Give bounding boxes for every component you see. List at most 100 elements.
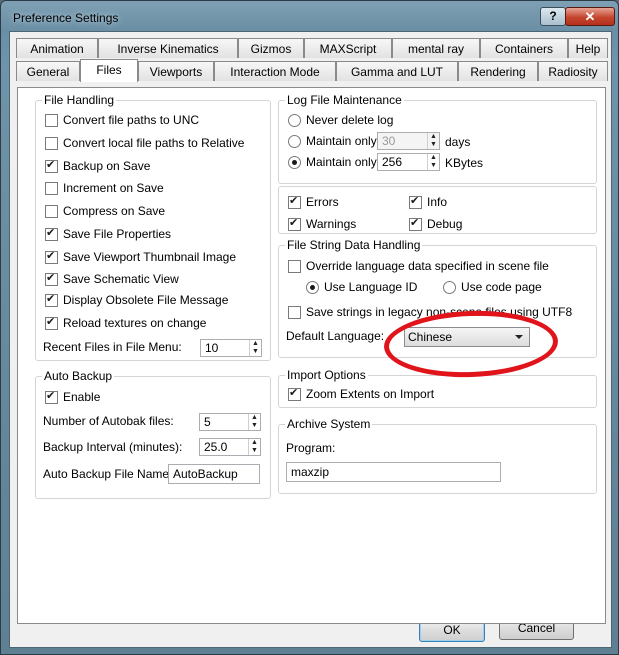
enable-label: Enable xyxy=(63,390,101,404)
tab-animation[interactable]: Animation xyxy=(16,38,98,58)
radio-button[interactable] xyxy=(288,114,301,127)
recent-files-value: 10 xyxy=(205,341,219,355)
radio-button[interactable] xyxy=(306,281,319,294)
option-label: Reload textures on change xyxy=(63,316,207,330)
file-string-title: File String Data Handling xyxy=(285,238,423,252)
program-label: Program: xyxy=(286,441,336,455)
checkbox-box[interactable] xyxy=(45,114,58,127)
spinner-arrows-icon[interactable]: ▲ ▼ xyxy=(427,133,439,149)
window-title: Preference Settings xyxy=(13,11,119,25)
radio-button[interactable] xyxy=(288,135,301,148)
option-label: Convert local file paths to Relative xyxy=(63,136,245,150)
tab-gizmos[interactable]: Gizmos xyxy=(238,38,304,58)
num-autobak-value: 5 xyxy=(204,415,211,429)
radio-button[interactable] xyxy=(443,281,456,294)
tab-files[interactable]: Files xyxy=(80,59,138,82)
checkbox-box[interactable] xyxy=(45,226,58,241)
file-handling-title: File Handling xyxy=(42,93,117,107)
spinner-arrows-icon[interactable]: ▲ ▼ xyxy=(248,439,260,455)
tab-mental-ray[interactable]: mental ray xyxy=(392,38,480,58)
backup-file-name-label: Auto Backup File Name: xyxy=(43,467,173,481)
checkbox-box[interactable] xyxy=(45,249,58,264)
import-options-title: Import Options xyxy=(285,368,368,382)
checkbox-box[interactable] xyxy=(45,315,58,330)
debug-label: Debug xyxy=(427,217,463,231)
maintain-kb-value: 256 xyxy=(382,155,403,169)
tab-inverse-kinematics[interactable]: Inverse Kinematics xyxy=(98,38,238,58)
backup-interval-spinner[interactable]: 25.0 ▲ ▼ xyxy=(199,438,261,456)
option-label: Save Viewport Thumbnail Image xyxy=(63,250,236,264)
auto-backup-title: Auto Backup xyxy=(42,369,115,383)
warnings-label: Warnings xyxy=(306,217,357,231)
log-levels-group: Errors Info Warnings Debug xyxy=(278,186,597,234)
checkbox-box[interactable] xyxy=(45,137,58,150)
maintain-kb-label: Maintain only xyxy=(306,155,377,169)
spinner-arrows-icon[interactable]: ▲ ▼ xyxy=(427,154,439,170)
maintain-days-label: Maintain only xyxy=(306,134,377,148)
preference-settings-window: Preference Settings ? ✕ Animation Invers… xyxy=(0,0,619,655)
archive-program-input[interactable]: maxzip xyxy=(286,462,501,482)
option-label: Convert file paths to UNC xyxy=(63,113,200,127)
checkbox-box[interactable] xyxy=(45,158,58,173)
option-label: Save File Properties xyxy=(63,227,172,241)
checkbox-box[interactable] xyxy=(288,194,301,209)
num-autobak-label: Number of Autobak files: xyxy=(43,414,174,428)
checkbox-box[interactable] xyxy=(288,216,301,231)
tab-viewports[interactable]: Viewports xyxy=(138,61,214,81)
checkbox-box[interactable] xyxy=(409,194,422,209)
log-file-maintenance-group: Log File Maintenance Never delete log Ma… xyxy=(278,93,597,184)
backup-interval-value: 25.0 xyxy=(204,440,228,454)
tab-rendering[interactable]: Rendering xyxy=(458,61,538,81)
override-language-label: Override language data specified in scen… xyxy=(306,259,549,273)
title-bar[interactable]: Preference Settings ? ✕ xyxy=(1,1,618,31)
option-label: Increment on Save xyxy=(63,181,164,195)
info-label: Info xyxy=(427,195,448,209)
errors-label: Errors xyxy=(306,195,339,209)
option-label: Compress on Save xyxy=(63,204,166,218)
tab-gamma-and-lut[interactable]: Gamma and LUT xyxy=(336,61,458,81)
archive-system-group: Archive System Program: maxzip xyxy=(278,417,597,494)
maintain-kb-spinner[interactable]: 256 ▲ ▼ xyxy=(377,153,440,171)
checkbox-box[interactable] xyxy=(45,182,58,195)
option-label: Display Obsolete File Message xyxy=(63,293,229,307)
option-label: Backup on Save xyxy=(63,159,151,173)
use-code-page-label: Use code page xyxy=(461,280,542,294)
kbytes-unit-label: KBytes xyxy=(445,156,484,170)
file-handling-group: File Handling Convert file paths to UNC … xyxy=(35,93,271,361)
tab-maxscript[interactable]: MAXScript xyxy=(304,38,392,58)
checkbox-box[interactable] xyxy=(288,260,301,273)
log-file-title: Log File Maintenance xyxy=(285,93,404,107)
checkbox-box[interactable] xyxy=(409,216,422,231)
recent-files-label: Recent Files in File Menu: xyxy=(43,340,182,354)
tab-general[interactable]: General xyxy=(16,61,80,81)
tab-help[interactable]: Help xyxy=(568,38,608,58)
help-button[interactable]: ? xyxy=(540,7,566,26)
default-language-label: Default Language: xyxy=(286,329,385,343)
tab-interaction-mode[interactable]: Interaction Mode xyxy=(214,61,336,81)
option-label: Save Schematic View xyxy=(63,272,179,286)
backup-interval-label: Backup Interval (minutes): xyxy=(43,440,183,454)
maintain-days-value: 30 xyxy=(382,134,396,148)
checkbox-box[interactable] xyxy=(45,292,58,307)
zoom-extents-label: Zoom Extents on Import xyxy=(306,387,435,401)
checkbox-box[interactable] xyxy=(45,271,58,286)
checkbox-box[interactable] xyxy=(45,205,58,218)
num-autobak-spinner[interactable]: 5 ▲ ▼ xyxy=(199,413,261,431)
checkbox-box[interactable] xyxy=(288,386,301,401)
recent-files-spinner[interactable]: 10 ▲ ▼ xyxy=(200,339,262,357)
never-delete-label: Never delete log xyxy=(306,113,394,127)
use-language-id-label: Use Language ID xyxy=(324,280,418,294)
close-button[interactable]: ✕ xyxy=(565,7,615,26)
backup-file-name-input[interactable]: AutoBackup xyxy=(168,464,260,484)
spinner-arrows-icon[interactable]: ▲ ▼ xyxy=(249,340,261,356)
maintain-days-spinner[interactable]: 30 ▲ ▼ xyxy=(377,132,440,150)
tab-containers[interactable]: Containers xyxy=(480,38,568,58)
days-unit-label: days xyxy=(445,135,471,149)
checkbox-box[interactable] xyxy=(45,389,58,404)
tab-radiosity[interactable]: Radiosity xyxy=(538,61,608,81)
radio-button[interactable] xyxy=(288,156,301,169)
archive-system-title: Archive System xyxy=(285,417,373,431)
spinner-arrows-icon[interactable]: ▲ ▼ xyxy=(248,414,260,430)
import-options-group: Import Options Zoom Extents on Import xyxy=(278,368,597,408)
checkbox-box[interactable] xyxy=(288,306,301,319)
